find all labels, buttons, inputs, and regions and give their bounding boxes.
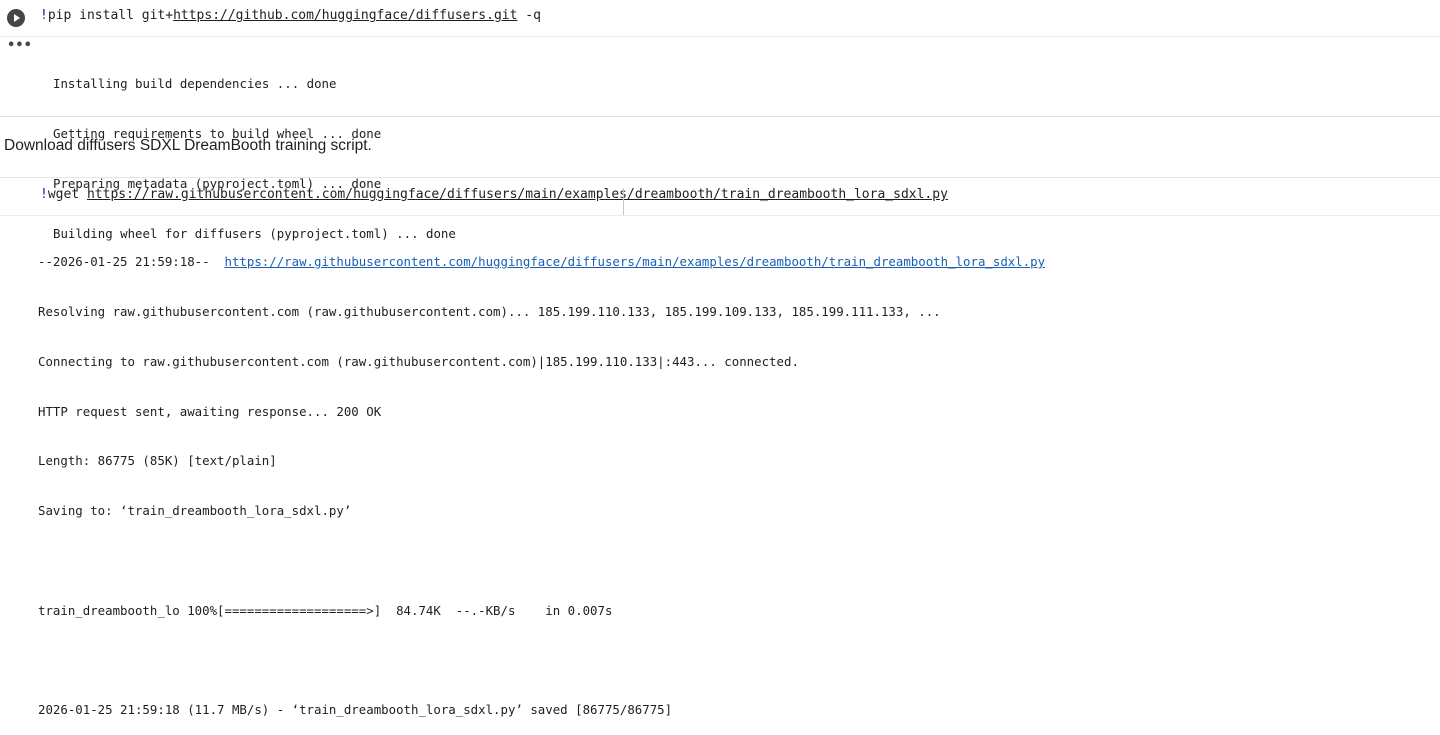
input-output-divider <box>0 215 1440 216</box>
output-line-timestamp: --2026-01-25 21:59:18-- https://raw.gith… <box>38 254 1045 271</box>
cell-divider <box>0 177 1440 178</box>
wget-command: wget <box>47 187 87 202</box>
shell-bang: ! <box>40 187 48 202</box>
output-line: Installing build dependencies ... done <box>53 76 337 92</box>
output-line-connecting: Connecting to raw.githubusercontent.com … <box>38 353 799 369</box>
output-actions-icon[interactable]: ••• <box>7 39 32 53</box>
play-icon <box>14 14 20 22</box>
output-line-saved: 2026-01-25 21:59:18 (11.7 MB/s) - ‘train… <box>38 702 673 718</box>
output-line-saving: Saving to: ‘train_dreambooth_lora_sdxl.p… <box>38 503 352 519</box>
shell-bang: ! <box>40 8 48 23</box>
run-cell-button[interactable] <box>7 9 25 27</box>
output-line-progress: train_dreambooth_lo 100%[===============… <box>38 602 613 618</box>
timestamp-prefix: --2026-01-25 21:59:18-- <box>38 254 225 270</box>
input-output-divider <box>0 36 1440 37</box>
output-line-resolving: Resolving raw.githubusercontent.com (raw… <box>38 303 941 319</box>
pip-command: pip install git+ <box>47 8 174 23</box>
cell-output-wget: --2026-01-25 21:59:18-- https://raw.gith… <box>38 221 1045 735</box>
pip-flag: -q <box>517 8 541 23</box>
output-url-link[interactable]: https://raw.githubusercontent.com/huggin… <box>225 254 1046 269</box>
output-line-length: Length: 86775 (85K) [text/plain] <box>38 453 277 469</box>
wget-url: https://raw.githubusercontent.com/huggin… <box>86 187 948 202</box>
code-input-wget[interactable]: !wget https://raw.githubusercontent.com/… <box>40 187 948 202</box>
output-line-http: HTTP request sent, awaiting response... … <box>38 403 382 419</box>
text-cursor <box>623 188 624 215</box>
markdown-cell-text[interactable]: Download diffusers SDXL DreamBooth train… <box>4 137 372 155</box>
code-cell-pip-install: !pip install git+https://github.com/hugg… <box>0 0 1440 241</box>
pip-git-url: https://github.com/huggingface/diffusers… <box>173 8 518 23</box>
code-input-pip[interactable]: !pip install git+https://github.com/hugg… <box>40 8 541 23</box>
